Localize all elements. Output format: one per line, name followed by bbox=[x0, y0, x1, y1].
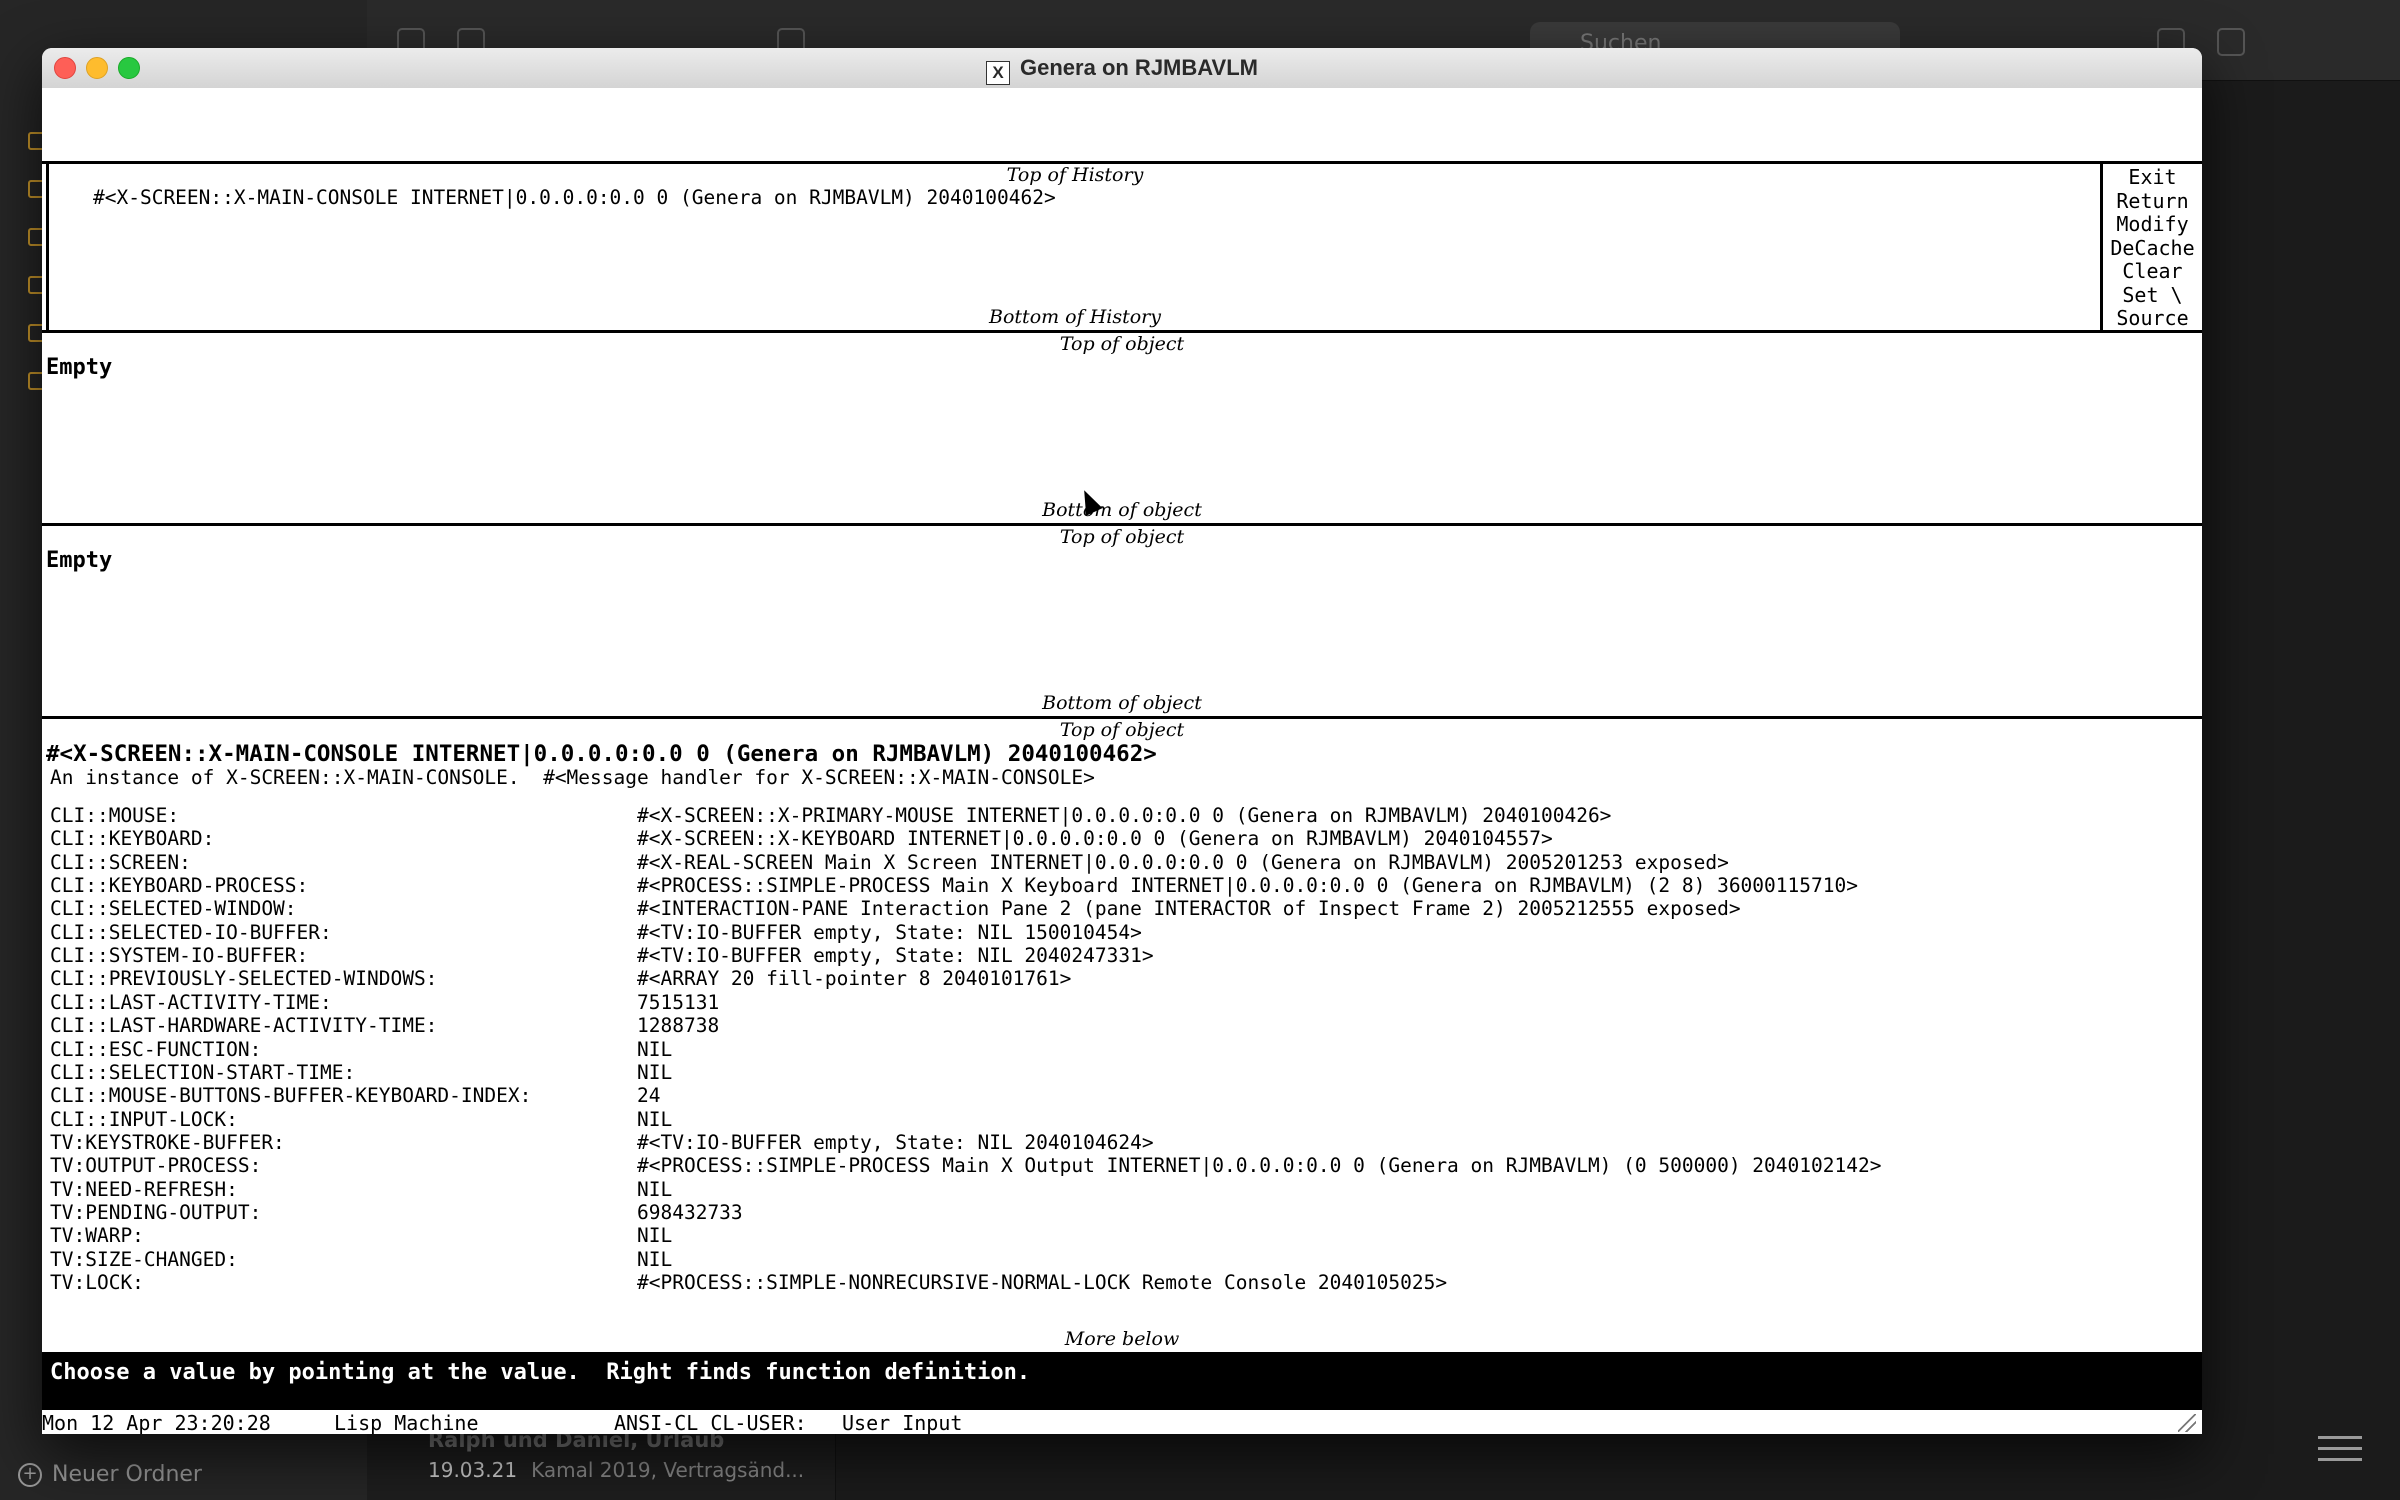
slot-name[interactable]: TV:PENDING-OUTPUT: bbox=[50, 1201, 261, 1224]
object-bottom-label: Bottom of object bbox=[1042, 499, 1202, 521]
slot-value[interactable]: #<PROCESS::SIMPLE-PROCESS Main X Output … bbox=[637, 1154, 1881, 1177]
slot-name[interactable]: CLI::PREVIOUSLY-SELECTED-WINDOWS: bbox=[50, 967, 437, 990]
object-top-label: Top of object bbox=[1059, 526, 1185, 548]
prompt-text: Choose a value by pointing at the value.… bbox=[50, 1360, 1031, 1385]
slot-name[interactable]: CLI::SYSTEM-IO-BUFFER: bbox=[50, 944, 308, 967]
command-set[interactable]: Set \ bbox=[2103, 283, 2202, 308]
object-pane-1[interactable]: Top of object Empty Bottom of object bbox=[42, 333, 2202, 523]
new-folder-label: Neuer Ordner bbox=[52, 1462, 202, 1487]
window-titlebar[interactable]: X Genera on RJMBAVLM bbox=[42, 48, 2202, 89]
history-top-label: Top of History bbox=[1006, 164, 1144, 186]
slot-value[interactable]: 7515131 bbox=[637, 991, 719, 1014]
x11-icon: X bbox=[986, 61, 1011, 85]
object-heading[interactable]: #<X-SCREEN::X-MAIN-CONSOLE INTERNET|0.0.… bbox=[46, 741, 1157, 767]
slot-value[interactable]: #<X-SCREEN::X-PRIMARY-MOUSE INTERNET|0.0… bbox=[637, 804, 1611, 827]
slot-name[interactable]: TV:OUTPUT-PROCESS: bbox=[50, 1154, 261, 1177]
object-top-label: Top of object bbox=[1059, 333, 1185, 355]
status-state: User Input bbox=[842, 1411, 963, 1434]
more-below-label: More below bbox=[1064, 1328, 1180, 1350]
slot-value[interactable]: NIL bbox=[637, 1248, 672, 1271]
command-clear[interactable]: Clear bbox=[2103, 259, 2202, 284]
status-datetime: Mon 12 Apr 23:20:28 bbox=[42, 1411, 271, 1434]
slot-name[interactable]: TV:NEED-REFRESH: bbox=[50, 1178, 238, 1201]
slot-value[interactable]: #<X-REAL-SCREEN Main X Screen INTERNET|0… bbox=[637, 851, 1729, 874]
slot-value[interactable]: NIL bbox=[637, 1224, 672, 1247]
command-menu: Exit Return Modify DeCache Clear Set \ S… bbox=[2100, 164, 2202, 332]
object-pane-3[interactable]: Top of object #<X-SCREEN::X-MAIN-CONSOLE… bbox=[42, 719, 2202, 1352]
slot-name[interactable]: CLI::SCREEN: bbox=[50, 851, 191, 874]
interaction-pane[interactable] bbox=[42, 88, 2202, 162]
slot-value[interactable]: #<TV:IO-BUFFER empty, State: NIL 1500104… bbox=[637, 921, 1142, 944]
slot-name[interactable]: CLI::SELECTED-IO-BUFFER: bbox=[50, 921, 332, 944]
note-date: 19.03.21 bbox=[428, 1458, 518, 1482]
note-preview: Kamal 2019, Vertragsänd... bbox=[531, 1458, 805, 1482]
status-user: Lisp Machine bbox=[334, 1411, 479, 1434]
resize-grip-icon[interactable] bbox=[2178, 1414, 2196, 1432]
slot-value[interactable]: 698432733 bbox=[637, 1201, 743, 1224]
slot-name[interactable]: CLI::LAST-HARDWARE-ACTIVITY-TIME: bbox=[50, 1014, 437, 1037]
object-subheading[interactable]: An instance of X-SCREEN::X-MAIN-CONSOLE.… bbox=[50, 766, 1095, 789]
inspector-frame: Top of History #<X-SCREEN::X-MAIN-CONSOL… bbox=[42, 88, 2202, 1434]
command-decache[interactable]: DeCache bbox=[2103, 236, 2202, 261]
slot-name[interactable]: TV:SIZE-CHANGED: bbox=[50, 1248, 238, 1271]
slot-name[interactable]: CLI::ESC-FUNCTION: bbox=[50, 1038, 261, 1061]
slot-value[interactable]: #<PROCESS::SIMPLE-NONRECURSIVE-NORMAL-LO… bbox=[637, 1271, 1447, 1294]
slot-value[interactable]: #<PROCESS::SIMPLE-PROCESS Main X Keyboar… bbox=[637, 874, 1858, 897]
slot-name[interactable]: TV:WARP: bbox=[50, 1224, 144, 1247]
genera-window: X Genera on RJMBAVLM Top of History #<X-S… bbox=[42, 48, 2202, 1434]
slot-name[interactable]: CLI::KEYBOARD: bbox=[50, 827, 214, 850]
object-pane-2[interactable]: Top of object Empty Bottom of object bbox=[42, 526, 2202, 716]
plus-icon: + bbox=[18, 1463, 42, 1487]
slot-name[interactable]: CLI::KEYBOARD-PROCESS: bbox=[50, 874, 308, 897]
status-package: ANSI-CL CL-USER: bbox=[614, 1411, 807, 1434]
command-source[interactable]: Source bbox=[2103, 306, 2202, 331]
slot-value[interactable]: 1288738 bbox=[637, 1014, 719, 1037]
slot-name[interactable]: TV:KEYSTROKE-BUFFER: bbox=[50, 1131, 285, 1154]
slot-value[interactable]: 24 bbox=[637, 1084, 660, 1107]
object-top-label: Top of object bbox=[1059, 719, 1185, 741]
slot-value[interactable]: NIL bbox=[637, 1108, 672, 1131]
slot-value[interactable]: #<X-SCREEN::X-KEYBOARD INTERNET|0.0.0.0:… bbox=[637, 827, 1553, 850]
slot-value[interactable]: NIL bbox=[637, 1038, 672, 1061]
slot-value[interactable]: #<TV:IO-BUFFER empty, State: NIL 2040104… bbox=[637, 1131, 1154, 1154]
slot-name[interactable]: CLI::SELECTED-WINDOW: bbox=[50, 897, 297, 920]
slot-name[interactable]: TV:LOCK: bbox=[50, 1271, 144, 1294]
note-meta[interactable]: 19.03.21 Kamal 2019, Vertragsänd... bbox=[428, 1458, 804, 1482]
object-empty-text: Empty bbox=[46, 355, 113, 380]
command-return[interactable]: Return bbox=[2103, 189, 2202, 214]
history-bottom-label: Bottom of History bbox=[989, 306, 1161, 328]
command-modify[interactable]: Modify bbox=[2103, 212, 2202, 237]
history-entry[interactable]: #<X-SCREEN::X-MAIN-CONSOLE INTERNET|0.0.… bbox=[93, 186, 1056, 209]
slot-value[interactable]: NIL bbox=[637, 1061, 672, 1084]
slot-name[interactable]: CLI::SELECTION-START-TIME: bbox=[50, 1061, 355, 1084]
status-line: Mon 12 Apr 23:20:28 Lisp Machine ANSI-CL… bbox=[42, 1408, 2202, 1434]
settings-sliders-icon[interactable] bbox=[2318, 1428, 2362, 1468]
new-folder-button[interactable]: + Neuer Ordner bbox=[18, 1462, 202, 1487]
slot-name[interactable]: CLI::LAST-ACTIVITY-TIME: bbox=[50, 991, 332, 1014]
slot-name[interactable]: CLI::INPUT-LOCK: bbox=[50, 1108, 238, 1131]
object-empty-text: Empty bbox=[46, 548, 113, 573]
slot-value[interactable]: #<TV:IO-BUFFER empty, State: NIL 2040247… bbox=[637, 944, 1154, 967]
object-bottom-label: Bottom of object bbox=[1042, 692, 1202, 714]
slot-value[interactable]: #<ARRAY 20 fill-pointer 8 2040101761> bbox=[637, 967, 1071, 990]
slot-value[interactable]: #<INTERACTION-PANE Interaction Pane 2 (p… bbox=[637, 897, 1741, 920]
mouse-documentation-line: Choose a value by pointing at the value.… bbox=[42, 1352, 2202, 1408]
slot-value[interactable]: NIL bbox=[637, 1178, 672, 1201]
window-title: X Genera on RJMBAVLM bbox=[42, 48, 2202, 88]
slot-name[interactable]: CLI::MOUSE-BUTTONS-BUFFER-KEYBOARD-INDEX… bbox=[50, 1084, 531, 1107]
slot-name[interactable]: CLI::MOUSE: bbox=[50, 804, 179, 827]
command-exit[interactable]: Exit bbox=[2103, 165, 2202, 190]
history-pane[interactable]: Top of History #<X-SCREEN::X-MAIN-CONSOL… bbox=[46, 164, 2101, 332]
windows-icon[interactable] bbox=[2217, 28, 2245, 56]
